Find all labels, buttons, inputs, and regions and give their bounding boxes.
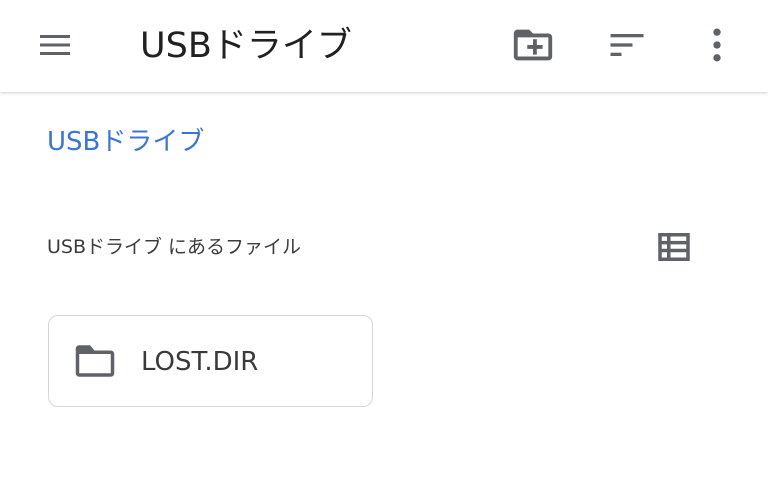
new-folder-button[interactable] (509, 21, 557, 69)
list-view-icon (658, 233, 690, 261)
view-toggle-button[interactable] (650, 223, 698, 271)
folder-icon (75, 345, 115, 377)
menu-button[interactable] (31, 21, 79, 69)
more-vertical-icon (713, 28, 721, 62)
folder-name: LOST.DIR (141, 347, 259, 377)
hamburger-menu-icon (40, 35, 70, 55)
more-options-button[interactable] (693, 21, 741, 69)
folder-item[interactable]: LOST.DIR (48, 315, 373, 407)
file-manager-app: USBドライブ USBドライブ USBドライブ にあるファイル LOST.DIR (0, 0, 768, 488)
app-bar: USBドライブ (0, 0, 768, 92)
create-new-folder-icon (513, 29, 553, 61)
files-section-header: USBドライブ にあるファイル (47, 236, 302, 258)
breadcrumb-root[interactable]: USBドライブ (47, 122, 204, 162)
app-title: USBドライブ (140, 26, 352, 66)
sort-icon (610, 34, 644, 56)
sort-button[interactable] (603, 21, 651, 69)
